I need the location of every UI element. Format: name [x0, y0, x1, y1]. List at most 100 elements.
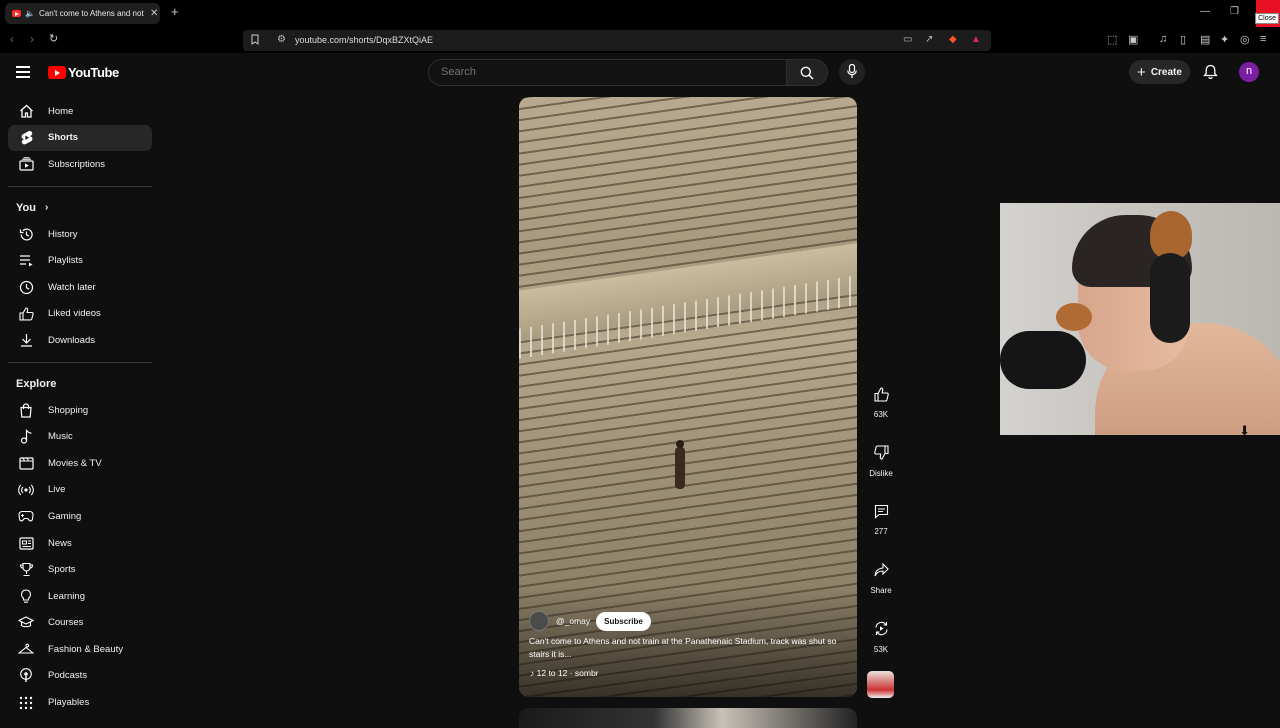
you-heading-label: You	[16, 201, 36, 214]
share-action[interactable]: Share	[866, 556, 896, 615]
like-count: 63K	[873, 410, 889, 419]
sidebar-item-history[interactable]: History	[8, 221, 152, 248]
sound-thumbnail[interactable]	[867, 671, 894, 698]
brave-shield-icon[interactable]: ◆	[949, 34, 957, 45]
sidebar-item-live[interactable]: Live	[8, 477, 152, 504]
tab-title: Can't come to Athens and not train	[38, 9, 144, 18]
short-actions: 63K Dislike 277 Share 53K	[866, 380, 896, 673]
sidebar-item-shopping[interactable]: Shopping	[8, 397, 152, 424]
search-button[interactable]	[786, 59, 828, 86]
short-caption[interactable]: Can't come to Athens and not train at th…	[529, 635, 849, 661]
leo-icon[interactable]: ✦	[1220, 33, 1229, 46]
brave-rewards-icon[interactable]: ▲	[971, 34, 981, 45]
dislike-button[interactable]	[867, 438, 895, 467]
extensions-icon[interactable]: ⬚	[1107, 33, 1117, 46]
cast-icon[interactable]: ▭	[903, 34, 912, 45]
sidebar-item-movies-tv[interactable]: Movies & TV	[8, 450, 152, 477]
site-info-icon[interactable]: ⚙	[277, 34, 286, 45]
youtube-header: YouTube + Create n	[0, 53, 1280, 93]
arrow-down-icon[interactable]: ⬇	[1239, 423, 1250, 435]
remix-action[interactable]: 53K	[866, 614, 896, 674]
wallet-icon[interactable]: ▣	[1128, 33, 1138, 46]
browser-menu-icon[interactable]: ≡	[1260, 33, 1266, 45]
channel-name[interactable]: @_omay	[556, 616, 590, 626]
media-icon[interactable]: ♫	[1159, 33, 1167, 45]
dislike-action[interactable]: Dislike	[866, 438, 896, 498]
sidebar-item-playlists[interactable]: Playlists	[8, 247, 152, 274]
runner-figure	[675, 440, 685, 489]
speaker-icon[interactable]: 🔈	[25, 9, 35, 18]
sidebar-toggle-icon[interactable]: ▯	[1180, 33, 1186, 46]
sidebar-item-label: Gaming	[48, 510, 82, 522]
share-page-icon[interactable]: ↗	[925, 34, 933, 45]
sidebar: Home Shorts Subscriptions You › History …	[0, 98, 160, 716]
playables-icon	[18, 695, 34, 711]
reload-icon[interactable]: ↻	[49, 32, 58, 45]
browser-tab[interactable]: 🔈 Can't come to Athens and not train ✕	[5, 3, 160, 24]
sidebar-item-home[interactable]: Home	[8, 98, 152, 125]
vpn-icon[interactable]: ◎	[1240, 33, 1250, 46]
sports-icon	[18, 562, 34, 578]
new-tab-icon[interactable]: +	[171, 4, 179, 19]
comments-button[interactable]	[867, 497, 895, 526]
microphone-shape	[1000, 331, 1086, 389]
youtube-logo[interactable]: YouTube	[48, 65, 119, 80]
sidebar-item-label: History	[48, 228, 78, 240]
sidebar-item-sports[interactable]: Sports	[8, 556, 152, 583]
sidebar-item-fashion-beauty[interactable]: Fashion & Beauty	[8, 636, 152, 663]
learning-icon	[18, 588, 34, 604]
create-label: Create	[1150, 66, 1182, 78]
comment-count: 277	[874, 527, 888, 537]
sidebar-item-learning[interactable]: Learning	[8, 583, 152, 610]
back-icon[interactable]: ‹	[10, 32, 14, 46]
minimize-icon[interactable]: —	[1200, 6, 1210, 17]
bookmark-icon[interactable]	[251, 34, 259, 48]
create-button[interactable]: + Create	[1129, 60, 1190, 84]
movies-icon	[18, 455, 34, 471]
music-info[interactable]: ♪ 12 to 12 · sombr	[530, 668, 599, 678]
sidebar-you-heading[interactable]: You ›	[16, 195, 144, 221]
sidebar-item-courses[interactable]: Courses	[8, 610, 152, 637]
gaming-icon	[18, 508, 34, 524]
like-button[interactable]	[867, 380, 895, 408]
notifications-bell-icon[interactable]	[1203, 64, 1218, 80]
sidebar-item-subscriptions[interactable]: Subscriptions	[8, 151, 152, 178]
sidebar-item-watch-later[interactable]: Watch later	[8, 274, 152, 301]
sidebar-item-playables[interactable]: Playables	[8, 689, 152, 716]
account-avatar[interactable]: n	[1239, 62, 1259, 82]
comments-action[interactable]: 277	[866, 497, 896, 556]
sidebar-item-label: Playables	[48, 697, 90, 709]
sidebar-item-label: News	[48, 537, 72, 549]
sidebar-item-downloads[interactable]: Downloads	[8, 327, 152, 354]
remix-button[interactable]	[867, 614, 895, 643]
tab-close-icon[interactable]: ✕	[150, 8, 158, 19]
shorts-icon	[18, 130, 34, 146]
subscribe-button[interactable]: Subscribe	[596, 611, 651, 631]
sidebar-item-liked-videos[interactable]: Liked videos	[8, 301, 152, 328]
wallet-2-icon[interactable]: ▤	[1200, 33, 1210, 46]
sidebar-item-shorts[interactable]: Shorts	[8, 124, 152, 152]
next-short-preview[interactable]	[519, 708, 857, 728]
share-button[interactable]	[867, 556, 895, 585]
address-bar[interactable]: ⚙ youtube.com/shorts/DqxBZXtQiAE ▭ ↗ ◆ ▲	[243, 30, 991, 51]
sidebar-item-gaming[interactable]: Gaming	[8, 503, 152, 530]
voice-search-button[interactable]	[839, 59, 865, 85]
sidebar-item-news[interactable]: News	[8, 530, 152, 557]
search-box[interactable]	[428, 59, 787, 86]
like-action[interactable]: 63K	[866, 380, 896, 439]
sidebar-item-label: Subscriptions	[48, 158, 106, 170]
sidebar-item-label: Playlists	[48, 255, 83, 267]
short-video-player[interactable]: @_omay Subscribe Can't come to Athens an…	[519, 97, 857, 697]
logo-text: YouTube	[68, 65, 119, 80]
sidebar-item-label: Fashion & Beauty	[48, 643, 123, 655]
sidebar-item-music[interactable]: Music	[8, 423, 152, 450]
menu-icon[interactable]	[16, 66, 30, 81]
restore-icon[interactable]: ❐	[1230, 6, 1239, 17]
thumbs-down-icon	[873, 445, 889, 460]
sidebar-item-podcasts[interactable]: Podcasts	[8, 663, 152, 690]
channel-avatar[interactable]	[529, 611, 549, 631]
shopping-icon	[18, 402, 34, 418]
forward-icon[interactable]: ›	[30, 32, 34, 46]
sidebar-item-label: Podcasts	[48, 670, 88, 682]
search-input[interactable]	[439, 65, 743, 79]
